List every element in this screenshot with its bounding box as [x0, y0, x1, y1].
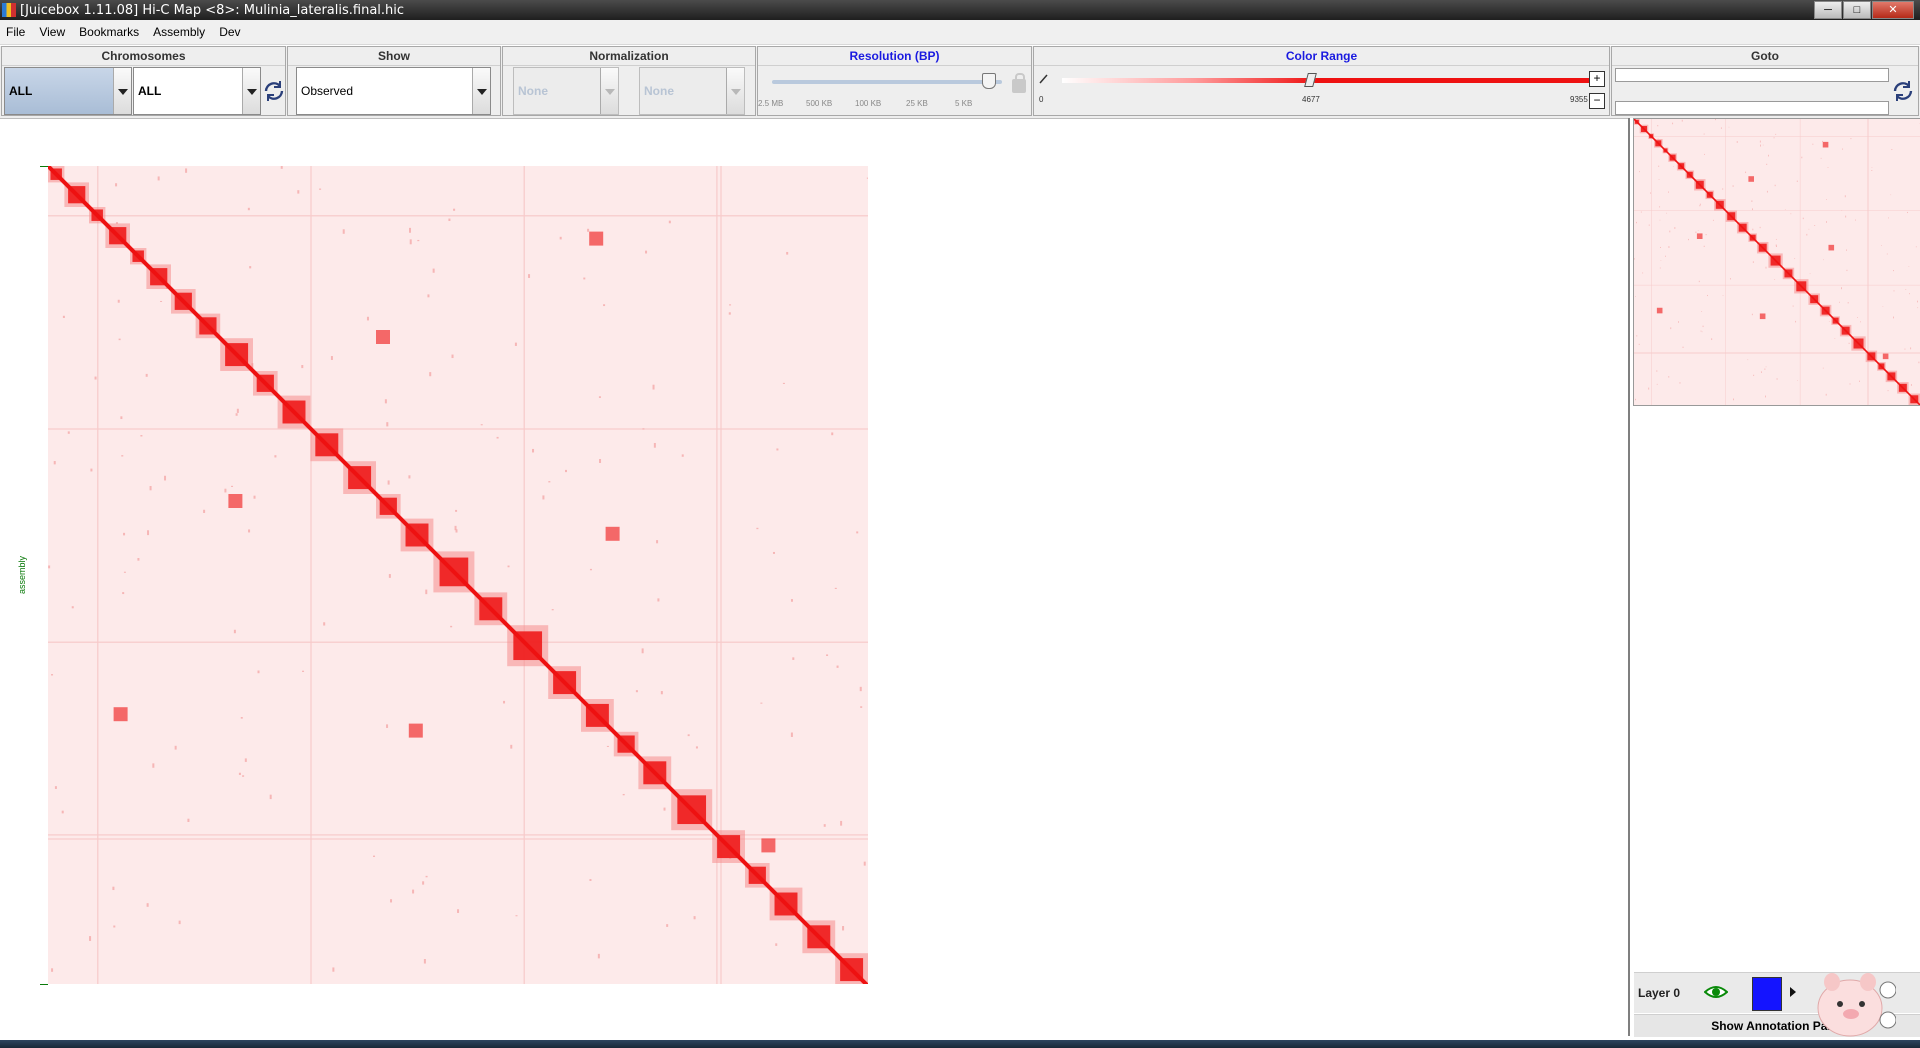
axis-end-marker	[40, 984, 48, 985]
normalization-value-1: None	[518, 84, 548, 98]
minimize-button[interactable]: ─	[1814, 1, 1842, 19]
goto-x-input[interactable]	[1615, 68, 1889, 82]
juicebox-app-icon	[2, 3, 16, 17]
thumbnail-map[interactable]	[1633, 118, 1920, 406]
menu-file[interactable]: File	[0, 25, 32, 39]
menu-dev[interactable]: Dev	[212, 25, 247, 39]
layer-label: Layer 0	[1638, 986, 1681, 1000]
show-select[interactable]: Observed	[296, 67, 491, 115]
hic-contact-map[interactable]	[48, 166, 868, 984]
color-range-panel: Color Range 0 4677 9355 + −	[1033, 46, 1610, 116]
maximize-button[interactable]: □	[1843, 1, 1871, 19]
show-panel: Show Observed	[287, 46, 501, 116]
chevron-down-icon[interactable]	[242, 68, 260, 114]
resolution-slider-thumb[interactable]	[982, 73, 996, 89]
zoom-in-button[interactable]: +	[1589, 71, 1605, 87]
chevron-down-icon[interactable]	[113, 68, 131, 114]
normalization-observed-select[interactable]: None	[513, 67, 619, 115]
color-range-heading: Color Range	[1034, 47, 1609, 66]
resolution-tick-label: 2.5 MB	[758, 99, 784, 108]
window-title: [Juicebox 1.11.08] Hi-C Map <8>: Mulinia…	[20, 2, 405, 18]
lock-icon[interactable]	[1012, 73, 1026, 93]
chromosome-x-value: ALL	[9, 84, 33, 98]
show-value: Observed	[301, 84, 354, 98]
goto-y-input[interactable]	[1615, 101, 1889, 115]
zoom-out-button[interactable]: −	[1589, 93, 1605, 109]
resolution-tick-label: 25 KB	[906, 99, 928, 108]
color-range-max: 9355	[1570, 95, 1588, 104]
normalization-panel: Normalization None None	[502, 46, 756, 116]
goto-panel: Goto	[1611, 46, 1919, 116]
contact-map-canvas[interactable]	[48, 166, 868, 984]
menu-bar: File View Bookmarks Assembly Dev	[0, 20, 1920, 45]
menu-view[interactable]: View	[32, 25, 72, 39]
axis-start-marker	[40, 166, 48, 167]
menu-bookmarks[interactable]: Bookmarks	[72, 25, 146, 39]
resolution-heading: Resolution (BP)	[758, 47, 1031, 66]
resolution-tick-label: 5 KB	[955, 99, 973, 108]
chevron-down-icon[interactable]	[726, 68, 744, 114]
pig-mascot-icon	[1817, 973, 1896, 1037]
close-button[interactable]: ✕	[1872, 1, 1914, 19]
color-range-gear-icon[interactable]	[1038, 73, 1050, 85]
chevron-down-icon[interactable]	[600, 68, 618, 114]
chromosomes-heading: Chromosomes	[2, 47, 285, 66]
layer-color-swatch[interactable]	[1752, 977, 1782, 1011]
show-heading: Show	[288, 47, 500, 66]
chromosomes-panel: Chromosomes ALL ALL	[1, 46, 286, 116]
toolbar: Chromosomes ALL ALL Show Observed Normal…	[0, 46, 1920, 119]
normalization-control-select[interactable]: None	[639, 67, 745, 115]
resolution-slider-track[interactable]	[772, 80, 1002, 84]
right-panel: Layer 0 Show Annotation Panel	[1628, 118, 1920, 1037]
resolution-panel: Resolution (BP) 2.5 MB 500 KB 100 KB 25 …	[757, 46, 1032, 116]
thumbnail-canvas[interactable]	[1633, 118, 1920, 406]
title-bar: [Juicebox 1.11.08] Hi-C Map <8>: Mulinia…	[0, 0, 1920, 20]
expand-arrow-icon[interactable]	[1790, 987, 1796, 997]
eye-icon[interactable]	[1704, 982, 1728, 1002]
chromosome-y-select[interactable]: ALL	[133, 67, 261, 115]
goto-refresh-icon[interactable]	[1891, 79, 1915, 103]
color-range-thumb[interactable]	[1304, 73, 1317, 87]
window-controls: ─ □ ✕	[1813, 1, 1914, 19]
resolution-tick-label: 100 KB	[855, 99, 882, 108]
normalization-value-2: None	[644, 84, 674, 98]
color-range-gradient[interactable]	[1062, 78, 1594, 83]
os-taskbar	[0, 1040, 1920, 1048]
normalization-heading: Normalization	[503, 47, 755, 66]
chromosome-y-value: ALL	[138, 84, 162, 98]
goto-heading: Goto	[1612, 47, 1918, 66]
resolution-tick-label: 500 KB	[806, 99, 833, 108]
chromosome-x-select[interactable]: ALL	[4, 67, 132, 115]
refresh-chromosomes-icon[interactable]	[262, 79, 286, 103]
y-axis-label: assembly	[17, 555, 27, 595]
chevron-down-icon[interactable]	[472, 68, 490, 114]
color-range-mid: 4677	[1302, 95, 1320, 104]
color-range-min: 0	[1039, 95, 1044, 104]
menu-assembly[interactable]: Assembly	[146, 25, 212, 39]
